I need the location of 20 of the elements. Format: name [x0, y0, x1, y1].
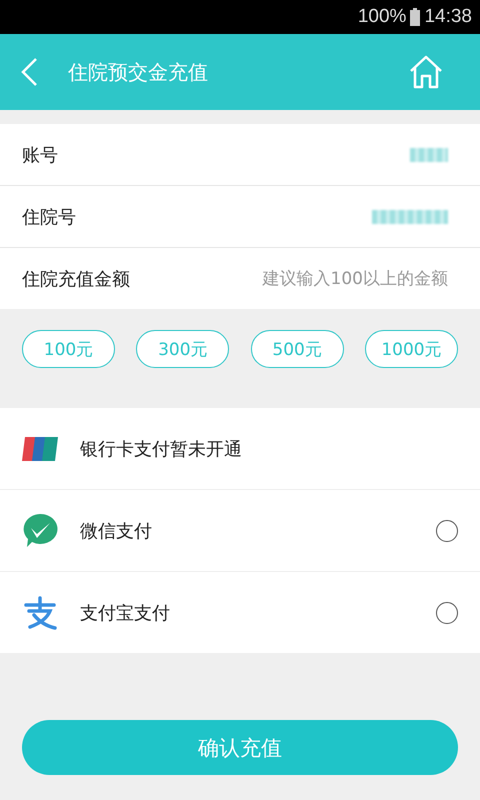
battery-icon: [410, 8, 420, 26]
pay-glyph-icon: [22, 594, 58, 630]
field-label: 住院号: [22, 206, 76, 228]
amount-option[interactable]: 100元: [22, 330, 115, 368]
amount-option[interactable]: 300元: [136, 330, 230, 368]
confirm-button[interactable]: 确认充值: [22, 720, 458, 775]
payment-label: 支付宝支付: [80, 602, 171, 624]
page-title: 住院预交金充值: [68, 58, 209, 86]
chat-check-icon: [22, 512, 58, 548]
amount-option[interactable]: 1000元: [364, 330, 458, 368]
battery-level: 100%: [358, 6, 406, 28]
radio-button[interactable]: [436, 602, 458, 624]
payment-label: 微信支付: [80, 520, 153, 542]
payment-label: 银行卡支付暂未开通: [80, 438, 243, 460]
field-label: 账号: [22, 144, 58, 166]
amount-input[interactable]: 建议输入100以上的金额: [228, 268, 448, 288]
amount-option[interactable]: 500元: [250, 330, 344, 368]
clock: 14:38: [424, 6, 472, 28]
radio-button[interactable]: [436, 520, 458, 542]
field-label: 住院充值金额: [22, 268, 130, 290]
